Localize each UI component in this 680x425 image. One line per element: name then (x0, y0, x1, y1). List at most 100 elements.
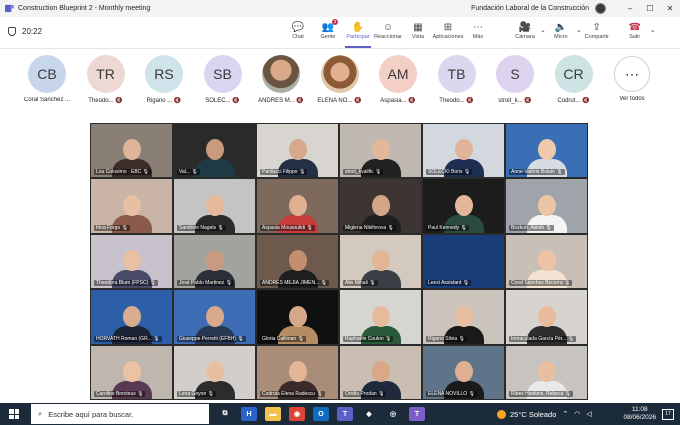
chrome-icon[interactable]: ◉ (289, 407, 305, 421)
react-button[interactable]: ☺ Reaccionar (373, 20, 403, 41)
timer-text: 20:22 (22, 27, 43, 36)
person-head (205, 139, 224, 161)
teams-active-icon[interactable]: T (409, 407, 425, 421)
person-head (288, 305, 307, 327)
tile-name-label: Caroline Brecteux 🎙 (94, 390, 146, 397)
outlook-icon[interactable]: O (313, 407, 329, 421)
person-head (537, 250, 556, 272)
tile-name-label: Alin Mihali 🎙 (343, 280, 378, 287)
weather-widget[interactable]: 25°C Soleado (497, 409, 556, 419)
person-body (194, 159, 235, 178)
chat-label: Chat (292, 34, 304, 40)
camera-app-icon[interactable]: ◎ (385, 407, 401, 421)
people-button[interactable]: 👥 3 Gente (313, 19, 343, 40)
tray-chevron-icon[interactable]: ⌃ (562, 410, 568, 418)
video-tile[interactable]: Coral Sánchez Becerra 🎙 (505, 233, 588, 290)
video-tile[interactable]: stroit_kvalific 🎙 (339, 123, 422, 179)
mic-icon: 🔈 (554, 21, 568, 33)
cube-app-icon[interactable]: ◆ (361, 407, 377, 421)
more-button[interactable]: ⋯ Más (463, 20, 493, 41)
video-tile[interactable]: Raphaële Coulon 🎙 (339, 289, 422, 345)
participant-avatar-item[interactable]: Sstroit_k... 🔇 (487, 55, 543, 104)
file-explorer-icon[interactable]: ▬ (265, 407, 281, 421)
participant-avatar-item[interactable]: ELENA NO... 🔇 (312, 55, 368, 104)
video-tile[interactable]: Leexi Assistant 🎙 (422, 233, 505, 290)
notification-center-icon[interactable]: 17 (662, 408, 674, 420)
window-title: Construction Blueprint 2 - Monthly meeti… (18, 5, 151, 12)
user-avatar[interactable] (595, 3, 606, 14)
leave-options-chevron-icon[interactable]: ⌄ (650, 26, 656, 40)
pinned-apps: ⧉ H ▬ ◉ O T ◆ ◎ T (209, 407, 425, 421)
task-view-icon[interactable]: ⧉ (217, 407, 233, 421)
minimize-button[interactable]: – (620, 4, 640, 13)
video-tile[interactable]: HORVATH Roman (GR... 🎙 (90, 289, 173, 345)
participant-avatar-item[interactable]: SB SOLEC... 🔇 (195, 55, 251, 104)
participant-avatar-item[interactable]: AM Aspasia... 🔇 (370, 55, 426, 104)
video-tile[interactable]: Anne-Valérie Bolain 🎙 (505, 123, 588, 179)
view-button[interactable]: ▦ Vista (403, 20, 433, 41)
avatar (262, 55, 300, 93)
video-tile[interactable]: Caroline Brecteux 🎙 (90, 344, 173, 400)
close-window-button[interactable]: ✕ (660, 4, 680, 13)
video-tile[interactable]: Gloria Calliman 🎙 (256, 289, 339, 345)
participant-avatar-item[interactable]: ANDRES M... 🔇 (253, 55, 309, 104)
person-head (288, 194, 307, 216)
video-tile[interactable]: Theodora Blum (FPSC) 🎙 (90, 233, 173, 290)
h-app-icon[interactable]: H (241, 407, 257, 421)
video-tile[interactable]: Bozkurt, Askim 🎙 (505, 178, 588, 234)
participant-name: SOLEC... 🔇 (205, 98, 240, 104)
tile-name-label: ANDRES MEJIA JIMEN... 🎙 (260, 280, 329, 287)
teams-icon[interactable]: T (337, 407, 353, 421)
share-button[interactable]: ⇪ Compartir (582, 20, 612, 41)
video-tile[interactable]: Alin Mihali 🎙 (339, 233, 422, 290)
video-tile[interactable]: Ribes Hankins, Rebeca 🎙 (505, 344, 588, 400)
participant-avatar-item[interactable]: CB Coral Sánchez ... (19, 55, 75, 103)
avatar: S (496, 55, 534, 93)
video-tile[interactable]: José Pablo Martinez 🎙 (173, 233, 256, 290)
sun-icon (497, 409, 506, 419)
view-label: Vista (411, 34, 425, 40)
windows-start-icon[interactable] (9, 409, 19, 419)
participant-avatar-item[interactable]: TR Theodo... 🔇 (78, 55, 134, 104)
chat-icon: 💬 (291, 21, 305, 33)
leave-button[interactable]: ☎ Salir (620, 20, 650, 41)
camera-button[interactable]: 🎥 Cámara (510, 20, 540, 41)
raise-hand-button[interactable]: ✋ Participar (343, 20, 373, 41)
apps-button[interactable]: ⊞ Aplicaciones (432, 20, 464, 41)
tile-name-label: Raphaële Coulon 🎙 (343, 335, 394, 342)
video-tile[interactable]: SOLECKI Boris 🎙 (422, 123, 505, 179)
video-tile[interactable]: Lena Goyon 🎙 (173, 344, 256, 400)
chat-button[interactable]: 💬 Chat (283, 20, 313, 41)
participant-avatar-item[interactable]: RS Rigano ... 🔇 (136, 55, 192, 104)
video-tile[interactable]: Parducci Filippo 🎙 (256, 123, 339, 179)
see-all-participants-button[interactable]: ⋯ Ver todos (604, 55, 660, 102)
video-tile[interactable]: ANDRES MEJIA JIMEN... 🎙 (256, 233, 339, 290)
video-tile[interactable]: Irina Forgo 🎙 (90, 178, 173, 234)
video-tile[interactable]: Paul Kennedy 🎙 (422, 178, 505, 234)
video-tile[interactable]: Sandrine Nagels 🎙 (173, 178, 256, 234)
taskbar-clock[interactable]: 11:08 08/06/2026 (623, 406, 656, 422)
react-label: Reaccionar (374, 34, 402, 40)
video-tile[interactable]: ELENA NOVILLO 🎙 (422, 344, 505, 400)
video-tile[interactable]: Lou Colosimo · EBC 🎙 (90, 123, 173, 179)
taskbar-search-box[interactable]: ⌕ Escribe aquí para buscar. (31, 404, 209, 424)
video-tile[interactable]: Giuseppe Perretti (EFBH) 🎙 (173, 289, 256, 345)
mic-button[interactable]: 🔈 Micro (546, 20, 576, 41)
video-tile[interactable]: Aspasia Mousoulidi 🎙 (256, 178, 339, 234)
video-tile[interactable]: Miglena Nikiforova 🎙 (339, 178, 422, 234)
video-tile[interactable]: Inmaculada García Pér... 🎙 (505, 289, 588, 345)
participant-name: Aspasia... 🔇 (380, 98, 416, 104)
video-tile[interactable]: Val... 🎙 (173, 123, 256, 179)
video-tile[interactable]: Ovidiu Prodan 🎙 (339, 344, 422, 400)
person-head (205, 194, 224, 216)
participant-avatar-item[interactable]: TB Theodo... 🔇 (429, 55, 485, 104)
video-tile[interactable]: Rigano Silvia 🎙 (422, 289, 505, 345)
avatar: CB (28, 55, 66, 93)
network-icon[interactable]: ◠ (574, 410, 580, 418)
tile-name-label: Aspasia Mousoulidi 🎙 (260, 224, 315, 231)
participant-avatar-item[interactable]: CR Codrut... 🔇 (546, 55, 602, 104)
maximize-button[interactable]: ☐ (640, 4, 660, 13)
apps-label: Aplicaciones (432, 34, 464, 40)
volume-icon[interactable]: ◁ (586, 410, 591, 418)
video-tile[interactable]: Codruta Elena Radescu 🎙 (256, 344, 339, 400)
